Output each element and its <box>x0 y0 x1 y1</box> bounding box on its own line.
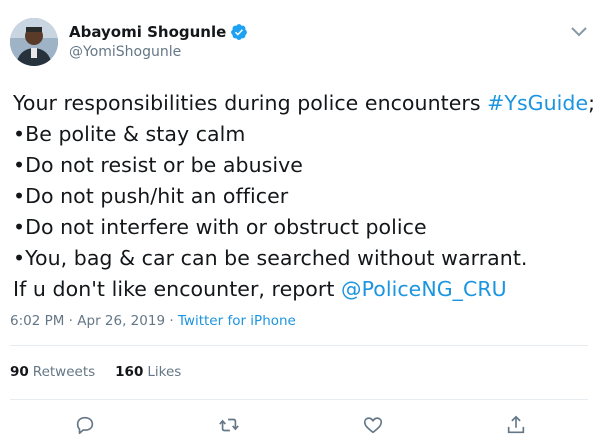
bullet-item: •Do not resist or be abusive <box>13 153 303 177</box>
tweet-timestamp[interactable]: 6:02 PM · Apr 26, 2019 · <box>10 313 178 329</box>
reply-icon[interactable] <box>74 414 96 436</box>
bullet-item: •Do not interfere with or obstruct polic… <box>13 215 427 239</box>
divider <box>10 399 588 400</box>
tweet-line-intro: Your responsibilities during police enco… <box>13 88 596 119</box>
tweet-intro-suffix: ; <box>588 91 596 115</box>
engagement-stats: 90 Retweets 160 Likes <box>10 364 181 380</box>
avatar-image <box>10 18 58 66</box>
tweet-line-report: If u don't like encounter, report @Polic… <box>13 274 593 305</box>
retweets-count: 90 <box>10 364 29 380</box>
verified-badge-icon <box>231 24 248 40</box>
likes-label: Likes <box>147 364 182 380</box>
tweet-source-link[interactable]: Twitter for iPhone <box>178 313 296 329</box>
retweets-stat[interactable]: 90 Retweets <box>10 364 95 380</box>
retweet-icon[interactable] <box>218 414 240 436</box>
bullet-item: •You, bag & car can be searched without … <box>13 246 528 270</box>
likes-stat[interactable]: 160 Likes <box>115 364 181 380</box>
author-handle[interactable]: @YomiShogunle <box>69 44 248 60</box>
likes-count: 160 <box>115 364 144 380</box>
avatar[interactable] <box>10 18 58 66</box>
bullet-item: •Do not push/hit an officer <box>13 184 289 208</box>
share-icon[interactable] <box>505 414 527 436</box>
tweet-intro-text: Your responsibilities during police enco… <box>13 91 488 115</box>
author-block: Abayomi Shogunle @YomiShogunle <box>69 22 248 60</box>
mention-link[interactable]: @PoliceNG_CRU <box>341 277 507 301</box>
tweet-report-text: If u don't like encounter, report <box>13 277 342 301</box>
bullet-item: •Be polite & stay calm <box>13 122 246 146</box>
chevron-down-icon[interactable] <box>570 26 588 38</box>
hashtag-link[interactable]: #YsGuide <box>487 91 588 115</box>
author-name-row[interactable]: Abayomi Shogunle <box>69 23 248 41</box>
like-icon[interactable] <box>362 414 384 436</box>
author-display-name[interactable]: Abayomi Shogunle <box>69 23 226 41</box>
tweet-meta: 6:02 PM · Apr 26, 2019 · Twitter for iPh… <box>10 313 296 329</box>
action-bar <box>0 410 598 438</box>
divider <box>10 345 588 346</box>
tweet-body: Your responsibilities during police enco… <box>13 88 596 305</box>
retweets-label: Retweets <box>32 364 96 380</box>
